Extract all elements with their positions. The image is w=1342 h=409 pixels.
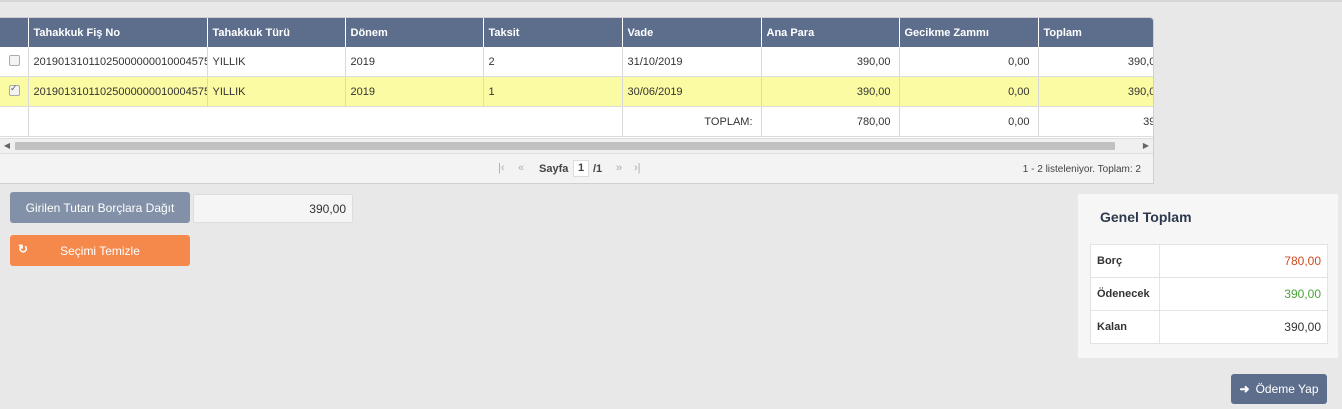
accrual-table: Tahakkuk Fiş No Tahakkuk Türü Dönem Taks… — [0, 18, 1153, 137]
page-input[interactable]: 1 — [573, 160, 589, 177]
clear-selection-label: Seçimi Temizle — [60, 243, 140, 258]
next-page-icon[interactable]: » — [616, 162, 622, 174]
totals-empty — [0, 106, 29, 137]
pay-button-label: Ödeme Yap — [1255, 382, 1319, 396]
cell-vade: 31/10/2019 — [622, 47, 762, 77]
cell-toplam: 390,00 — [1038, 47, 1153, 77]
first-page-icon[interactable]: |‹ — [498, 162, 505, 174]
header-gecikme[interactable]: Gecikme Zammı — [899, 18, 1039, 47]
scroll-right-icon[interactable]: ▶ — [1139, 139, 1153, 153]
odenecek-value: 390,00 — [1159, 277, 1328, 311]
page-total: /1 — [593, 163, 603, 175]
summary-title: Genel Toplam — [1100, 209, 1192, 225]
clear-selection-button[interactable]: ↻ Seçimi Temizle — [10, 235, 190, 266]
horizontal-scrollbar[interactable]: ◀ ▶ — [0, 138, 1153, 153]
header-select — [0, 18, 29, 47]
cell-ana-para: 390,00 — [761, 76, 900, 107]
row-checkbox[interactable] — [9, 54, 20, 66]
amount-input[interactable]: 390,00 — [193, 194, 353, 223]
borc-label: Borç — [1090, 244, 1160, 278]
header-donem[interactable]: Dönem — [345, 18, 484, 47]
cell-ana-para: 390,00 — [761, 47, 900, 77]
header-vade[interactable]: Vade — [622, 18, 762, 47]
pager-info: 1 - 2 listeleniyor. Toplam: 2 — [1022, 164, 1141, 175]
accrual-grid: Tahakkuk Fiş No Tahakkuk Türü Dönem Taks… — [0, 17, 1154, 184]
cell-taksit: 1 — [483, 76, 623, 107]
top-divider — [0, 0, 1342, 2]
header-taksit[interactable]: Taksit — [483, 18, 623, 47]
header-fis-no[interactable]: Tahakkuk Fiş No — [28, 18, 208, 47]
kalan-label: Kalan — [1090, 310, 1160, 344]
arrow-right-icon: ➜ — [1239, 382, 1250, 396]
kalan-value: 390,00 — [1159, 310, 1328, 344]
row-checkbox[interactable] — [9, 83, 20, 96]
page-label: Sayfa — [539, 163, 569, 175]
refresh-icon: ↻ — [18, 242, 29, 256]
table-row[interactable]: 20190131011025000000010004575 YILLIK 201… — [0, 76, 1153, 107]
cell-tur: YILLIK — [207, 76, 346, 107]
totals-label: TOPLAM: — [622, 106, 762, 137]
cell-donem: 2019 — [345, 47, 484, 77]
pager: |‹ « Sayfa 1 /1 » ›| 1 - 2 listeleniyor.… — [0, 153, 1153, 183]
cell-fis-no: 20190131011025000000010004575 — [28, 76, 208, 107]
header-toplam[interactable]: Toplam — [1038, 18, 1153, 47]
summary-row-borc: Borç 780,00 — [1090, 244, 1328, 278]
totals-spacer — [28, 106, 623, 137]
summary-table: Borç 780,00 Ödenecek 390,00 Kalan 390,00 — [1090, 244, 1328, 344]
scroll-thumb[interactable] — [15, 142, 1115, 150]
cell-fis-no: 20190131011025000000010004575 — [28, 47, 208, 77]
header-tur[interactable]: Tahakkuk Türü — [207, 18, 346, 47]
distribute-button[interactable]: Girilen Tutarı Borçlara Dağıt — [10, 192, 190, 223]
last-page-icon[interactable]: ›| — [634, 162, 641, 174]
prev-page-icon[interactable]: « — [518, 162, 524, 174]
summary-row-odenecek: Ödenecek 390,00 — [1090, 277, 1328, 311]
scroll-left-icon[interactable]: ◀ — [0, 139, 14, 153]
header-row: Tahakkuk Fiş No Tahakkuk Türü Dönem Taks… — [0, 18, 1153, 47]
cell-donem: 2019 — [345, 76, 484, 107]
odenecek-label: Ödenecek — [1090, 277, 1160, 311]
summary-panel: Genel Toplam Borç 780,00 Ödenecek 390,00… — [1078, 194, 1338, 358]
cell-gecikme: 0,00 — [899, 47, 1039, 77]
cell-toplam: 390,00 — [1038, 76, 1153, 107]
cell-gecikme: 0,00 — [899, 76, 1039, 107]
table-row[interactable]: 20190131011025000000010004575 YILLIK 201… — [0, 47, 1153, 77]
borc-value: 780,00 — [1159, 244, 1328, 278]
totals-toplam: 390 — [1038, 106, 1153, 137]
totals-gecikme: 0,00 — [899, 106, 1039, 137]
cell-tur: YILLIK — [207, 47, 346, 77]
row-select-cell — [0, 47, 29, 77]
cell-taksit: 2 — [483, 47, 623, 77]
totals-row: TOPLAM: 780,00 0,00 390 — [0, 106, 1153, 137]
cell-vade: 30/06/2019 — [622, 76, 762, 107]
totals-ana-para: 780,00 — [761, 106, 900, 137]
summary-row-kalan: Kalan 390,00 — [1090, 310, 1328, 344]
row-select-cell — [0, 76, 29, 107]
header-ana-para[interactable]: Ana Para — [761, 18, 900, 47]
pay-button[interactable]: ➜ Ödeme Yap — [1231, 374, 1327, 404]
